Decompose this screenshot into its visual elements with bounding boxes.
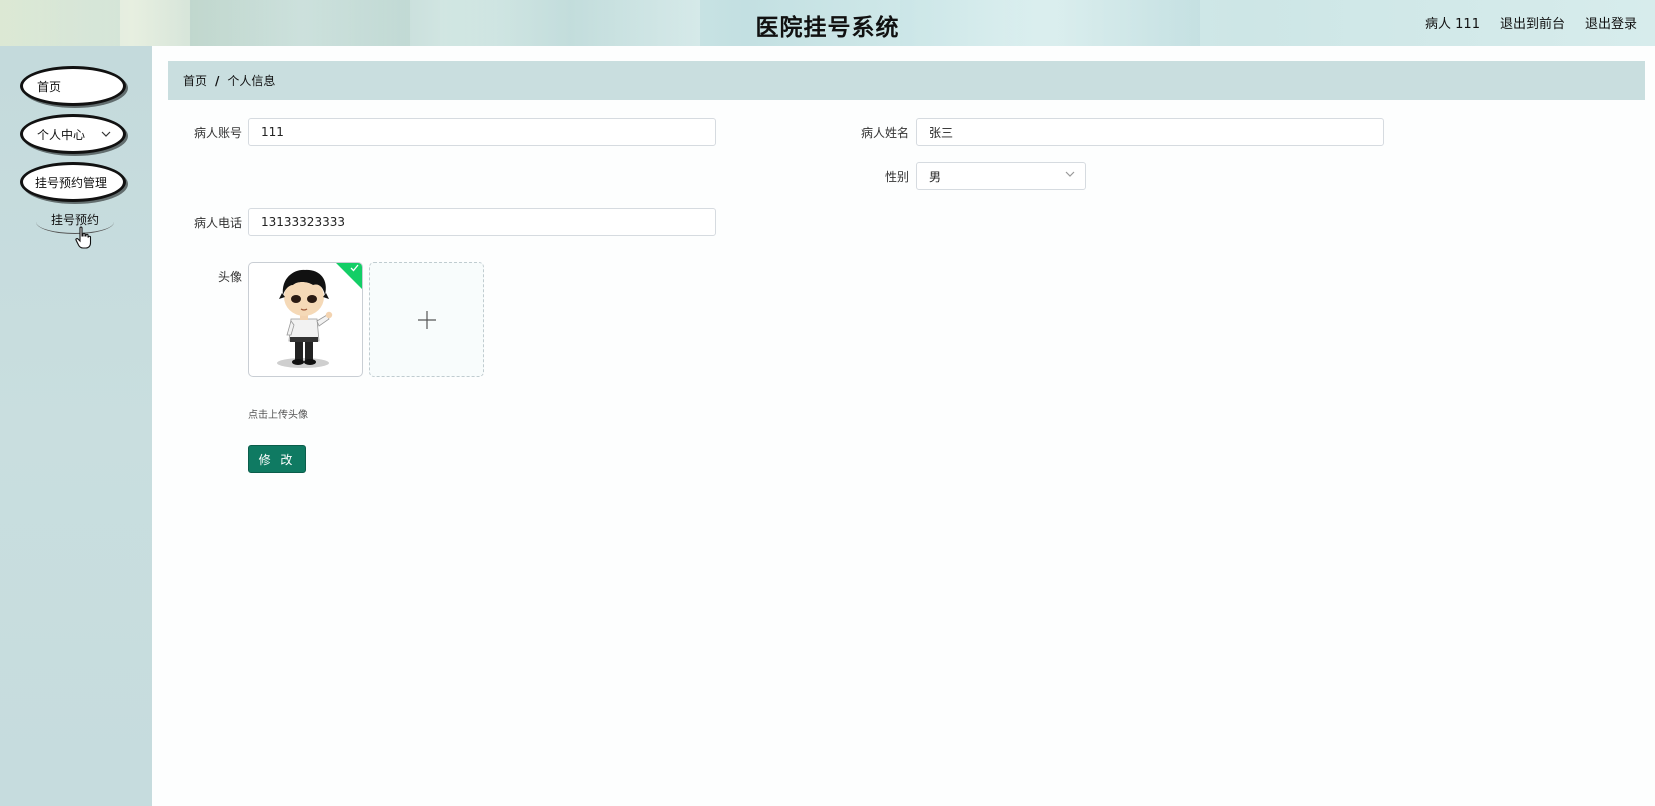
sidebar-item-home[interactable]: 首页 [20,66,126,106]
avatar-label: 头像 [217,270,242,284]
sidebar-item-label: 个人中心 [37,127,86,142]
hand-cursor-icon [75,226,92,249]
sidebar-item-label: 首页 [37,79,62,94]
sidebar-item-label: 挂号预约管理 [35,175,108,190]
avatar-thumbnail[interactable] [248,262,363,377]
upload-hint: 点击上传头像 [248,410,308,421]
gender-label: 性别 [884,170,909,184]
logout-link[interactable]: 退出登录 [1585,13,1637,32]
breadcrumb-home[interactable]: 首页 [183,72,207,89]
breadcrumb-current: 个人信息 [227,74,276,88]
breadcrumb-separator: / [215,73,220,88]
chevron-down-icon [1065,168,1075,181]
app-title: 医院挂号系统 [755,15,900,41]
header-user-menu: 病人 111 退出到前台 退出登录 [1425,13,1637,32]
name-field[interactable]: 张三 [916,118,1384,146]
phone-value: 13133323333 [261,215,345,229]
gender-select[interactable]: 男 [916,162,1086,190]
account-value: 111 [261,125,284,139]
phone-label: 病人电话 [193,216,242,230]
account-label: 病人账号 [193,126,242,140]
sidebar: 首页 个人中心 挂号预约管理 挂号预约 [0,46,152,806]
name-label: 病人姓名 [860,126,909,140]
check-icon [350,264,359,275]
main-content: 首页 / 个人信息 病人账号 111 病人姓名 张三 性别 男 病人电话 131… [152,46,1655,806]
name-value: 张三 [929,125,954,140]
phone-field[interactable]: 13133323333 [248,208,716,236]
chevron-down-icon [101,128,111,141]
current-user-label: 病人 111 [1425,17,1480,32]
plus-icon [417,310,436,329]
breadcrumb: 首页 / 个人信息 [168,61,1645,100]
avatar-upload-button[interactable] [369,262,484,377]
submit-button[interactable]: 修 改 [248,445,306,473]
account-field[interactable]: 111 [248,118,716,146]
avatar-image [277,269,333,368]
sidebar-item-appointment-management[interactable]: 挂号预约管理 [20,162,126,202]
sidebar-item-personal-center[interactable]: 个人中心 [20,114,126,154]
submenu-item-label: 挂号预约 [50,213,99,227]
top-header: 医院挂号系统 病人 111 退出到前台 退出登录 [0,0,1655,46]
back-to-front-link[interactable]: 退出到前台 [1500,13,1565,32]
gender-value: 男 [929,169,942,184]
